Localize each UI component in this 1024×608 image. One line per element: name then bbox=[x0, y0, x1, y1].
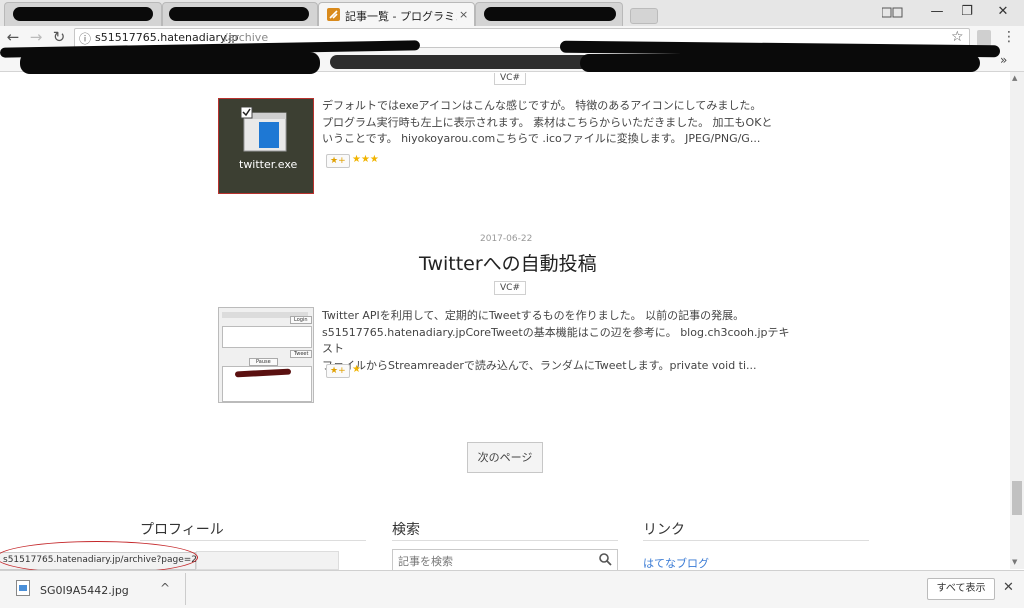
tab-redacted-1[interactable] bbox=[4, 2, 162, 26]
bookmark-star-icon[interactable]: ☆ bbox=[951, 29, 964, 45]
add-star-button[interactable]: ★+ bbox=[326, 364, 350, 378]
scrollbar-thumb[interactable] bbox=[1012, 481, 1022, 515]
reload-icon[interactable]: ↻ bbox=[50, 28, 68, 46]
redaction-scribble bbox=[13, 7, 153, 21]
close-shelf-icon[interactable]: ✕ bbox=[1003, 580, 1014, 595]
back-icon[interactable]: ← bbox=[4, 28, 22, 46]
user-profile-icon[interactable] bbox=[882, 6, 904, 20]
links-heading: リンク bbox=[643, 522, 685, 538]
post-thumbnail[interactable]: twitter.exe bbox=[218, 98, 314, 194]
redaction-scribble bbox=[580, 54, 980, 72]
redaction-scribble bbox=[169, 7, 309, 21]
thumb-tweet-button: Tweet bbox=[290, 350, 313, 358]
excerpt-line: デフォルトではexeアイコンはこんな感じですが。 特徴のあるアイコンにしてみまし… bbox=[322, 99, 762, 112]
post-date: 2017-06-22 bbox=[480, 234, 533, 244]
post-tag[interactable]: VC# bbox=[494, 281, 526, 295]
search-icon[interactable] bbox=[599, 553, 612, 566]
tab-redacted-2[interactable] bbox=[162, 2, 318, 26]
tab-archive-active[interactable]: 記事一覧 - プログラミング未 × bbox=[318, 2, 475, 26]
redaction-scribble bbox=[484, 7, 616, 21]
search-heading: 検索 bbox=[392, 522, 420, 538]
divider bbox=[643, 540, 869, 541]
hatena-blog-link[interactable]: はてなブログ bbox=[643, 555, 709, 571]
post-tag[interactable]: VC# bbox=[494, 73, 526, 85]
search-placeholder: 記事を検索 bbox=[398, 555, 453, 568]
excerpt-line: ファイルからStreamreaderで読み込んで、ランダムにTweetします。p… bbox=[322, 358, 757, 372]
tab-redacted-3[interactable] bbox=[475, 2, 623, 26]
tab-close-icon[interactable]: × bbox=[459, 8, 468, 21]
thumb-login-button: Login bbox=[290, 316, 312, 324]
scroll-down-arrow-icon[interactable]: ▼ bbox=[1012, 558, 1017, 566]
profile-card bbox=[196, 551, 339, 570]
chevron-up-icon[interactable]: ^ bbox=[160, 581, 170, 595]
star-icons[interactable]: ★ bbox=[352, 364, 361, 375]
site-info-icon[interactable]: ⓘ bbox=[79, 30, 91, 47]
image-file-icon bbox=[16, 580, 30, 596]
excerpt-line: Twitter APIを利用して、定期的にTweetするものを作りました。 以前… bbox=[322, 309, 745, 322]
divider bbox=[140, 540, 366, 541]
forward-icon[interactable]: → bbox=[27, 28, 45, 46]
download-shelf bbox=[0, 570, 1024, 608]
show-all-downloads-button[interactable]: すべて表示 bbox=[927, 578, 995, 600]
restore-icon[interactable]: ❐ bbox=[952, 3, 982, 21]
bookmarks-overflow-icon[interactable]: » bbox=[1000, 53, 1007, 67]
next-page-button[interactable]: 次のページ bbox=[467, 442, 543, 473]
divider bbox=[392, 540, 618, 541]
excerpt-line: いうことです。 hiyokoyarou.comこちらで .icoファイルに変換し… bbox=[322, 132, 761, 145]
scroll-up-arrow-icon[interactable]: ▲ bbox=[1012, 74, 1017, 82]
download-file-name[interactable]: SG0I9A5442.jpg bbox=[40, 584, 129, 597]
minimize-icon[interactable]: — bbox=[922, 3, 952, 21]
tab-title: 記事一覧 - プログラミング未 bbox=[345, 10, 457, 23]
url-path: /archive bbox=[224, 31, 269, 44]
post-title[interactable]: Twitterへの自動投稿 bbox=[419, 249, 597, 276]
star-icons[interactable]: ★★★ bbox=[352, 154, 379, 165]
post-excerpt[interactable]: Twitter APIを利用して、定期的にTweetするものを作りました。 以前… bbox=[322, 308, 792, 374]
excerpt-line: プログラム実行時も左上に表示されます。 素材はこちらからいただきました。 加工も… bbox=[322, 115, 773, 129]
window-close-icon[interactable]: ✕ bbox=[988, 3, 1018, 21]
post-excerpt[interactable]: デフォルトではexeアイコンはこんな感じですが。 特徴のあるアイコンにしてみまし… bbox=[322, 98, 792, 148]
url-host: s51517765.hatenadiary.jp bbox=[95, 31, 239, 44]
exe-icon bbox=[241, 107, 287, 152]
menu-icon[interactable]: ⋮ bbox=[1002, 29, 1016, 45]
add-star-button[interactable]: ★+ bbox=[326, 154, 350, 168]
excerpt-line: s51517765.hatenadiary.jpCoreTweetの基本機能はこ… bbox=[322, 325, 790, 356]
thumb-pause-button: Pause bbox=[249, 358, 278, 366]
redaction-scribble bbox=[20, 52, 320, 74]
post-thumbnail[interactable]: Login Tweet Pause bbox=[218, 307, 314, 403]
hatena-favicon-icon bbox=[327, 8, 340, 21]
divider bbox=[185, 573, 186, 605]
profile-heading: プロフィール bbox=[140, 522, 224, 538]
new-tab-button[interactable] bbox=[630, 8, 658, 24]
thumbnail-caption: twitter.exe bbox=[239, 158, 298, 171]
thumb-textbox bbox=[222, 326, 312, 348]
extension-icon[interactable] bbox=[977, 30, 991, 46]
